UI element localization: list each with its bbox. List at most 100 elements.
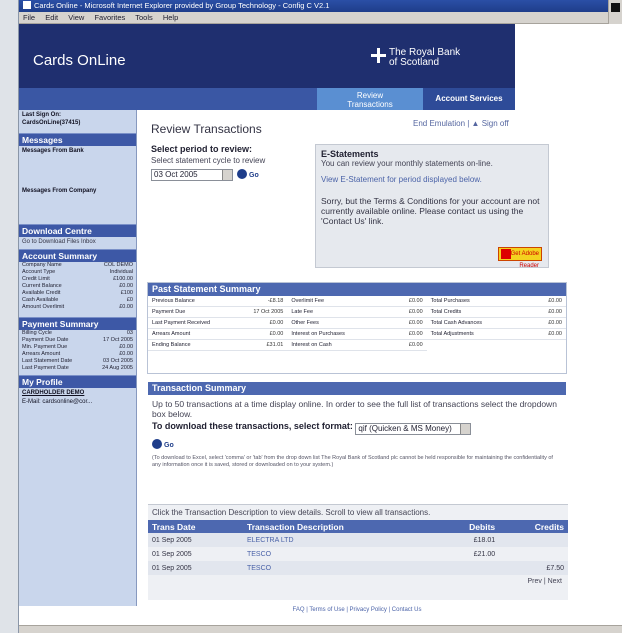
download-inbox-link[interactable]: Go to Download Files Inbox (19, 237, 136, 249)
payment-row: Last Payment Date 24 Aug 2005 (22, 364, 133, 371)
table-row: 01 Sep 2005 TESCO £21.00 (148, 547, 568, 561)
messages-heading: Messages (19, 133, 136, 146)
summary-heading: Past Statement Summary (148, 283, 566, 296)
top-links[interactable]: End Emulation | ▲ Sign off (413, 119, 509, 128)
adobe-reader-badge[interactable]: Get Adobe Reader (498, 247, 542, 269)
col-trans-date: Trans Date (148, 520, 243, 533)
transactions-list: Click the Transaction Description to vie… (148, 504, 568, 600)
account-summary-heading: Account Summary (19, 248, 136, 262)
account-row: Amount Overlimit £0.00 (22, 303, 133, 310)
payment-row: Last Statement Date 03 Oct 2005 (22, 357, 133, 364)
window-title: Cards Online - Microsoft Internet Explor… (34, 1, 330, 10)
payment-row: Billing Cycle 03 (22, 329, 133, 336)
go-arrow-icon (152, 439, 162, 449)
my-profile-heading: My Profile (19, 374, 136, 388)
tab-review-line-2: Transactions (347, 100, 393, 109)
download-disclaimer: (To download to Excel, select 'comma' or… (152, 455, 553, 468)
account-row: Current Balance £0.00 (22, 282, 133, 289)
account-row: Account Type Individual (22, 268, 133, 275)
adobe-icon (501, 249, 511, 259)
profile-email: E-Mail: cardsonline@cor... (22, 399, 93, 405)
estatements-text: You can review your monthly statements o… (321, 159, 493, 168)
payment-row: Arrears Amount £0.00 (22, 350, 133, 357)
transactions-hint: Click the Transaction Description to vie… (152, 508, 431, 517)
select-period-sub: Select statement cycle to review (151, 156, 266, 165)
sidebar: Last Sign On: CardsOnLine(37415) Message… (19, 110, 137, 606)
period-select[interactable]: 03 Oct 2005 (151, 169, 233, 181)
col-debits: Debits (436, 520, 500, 533)
payment-summary-heading: Payment Summary (19, 316, 136, 330)
windows-logo-icon (608, 0, 622, 24)
summary-row: Total Credits £0.00 (426, 307, 566, 318)
account-row: Cash Available £0 (22, 296, 133, 303)
select-period-heading: Select period to review: (151, 144, 253, 154)
last-sign-on-value: CardsOnLine(37415) (22, 119, 81, 126)
col-credits: Credits (499, 520, 568, 533)
menu-tools[interactable]: Tools (135, 13, 153, 22)
table-row: 01 Sep 2005 TESCO £7.50 (148, 561, 568, 575)
estatements-heading: E-Statements (321, 149, 379, 159)
past-statement-summary: Past Statement Summary Previous Balance -… (147, 282, 567, 374)
bank-logo: The Royal Bank of Scotland (377, 48, 460, 68)
menu-view[interactable]: View (68, 13, 84, 22)
summary-row: Arrears Amount £0.00 (148, 329, 288, 340)
estatements-panel: E-Statements You can review your monthly… (315, 144, 549, 269)
table-row: 01 Sep 2005 ELECTRA LTD £18.01 (148, 533, 568, 547)
pager[interactable]: Prev | Next (148, 575, 568, 588)
menu-favorites[interactable]: Favorites (94, 13, 125, 22)
transaction-link[interactable]: TESCO (243, 547, 436, 561)
page-title: Review Transactions (151, 122, 262, 136)
ie-icon (23, 1, 31, 9)
saltire-icon (371, 48, 386, 63)
payment-row: Payment Due Date 17 Oct 2005 (22, 336, 133, 343)
summary-row: Payment Due 17 Oct 2005 (148, 307, 288, 318)
tab-review-transactions[interactable]: Review Transactions (317, 88, 423, 110)
summary-row: Total Adjustments £0.00 (426, 329, 566, 340)
nav-bar: Review Transactions Account Services (19, 88, 515, 110)
menu-file[interactable]: File (23, 13, 35, 22)
messages-from-bank[interactable]: Messages From Bank (19, 146, 136, 186)
go-arrow-icon (237, 169, 247, 179)
transactions-intro: Up to 50 transactions at a time display … (152, 399, 557, 419)
transactions-table: Trans Date Transaction Description Debit… (148, 520, 568, 575)
summary-row: Total Purchases £0.00 (426, 296, 566, 307)
account-row: Credit Limit £100.00 (22, 275, 133, 282)
format-select[interactable]: qif (Quicken & MS Money) (355, 423, 472, 435)
menu-bar: File Edit View Favorites Tools Help (19, 12, 622, 24)
download-format-row: To download these transactions, select f… (148, 419, 566, 437)
view-estatement-link[interactable]: View E-Statement for period displayed be… (321, 175, 543, 184)
tab-review-line-1: Review (356, 91, 384, 100)
profile-name[interactable]: CARDHOLDER DEMO (19, 388, 136, 400)
download-heading: Download Centre (19, 224, 136, 237)
summary-row: Previous Balance -£8.18 (148, 296, 288, 307)
chevron-down-icon (460, 424, 471, 434)
summary-row: Total Cash Advances £0.00 (426, 318, 566, 329)
download-go-button[interactable]: Go (148, 437, 566, 451)
status-bar (19, 625, 622, 633)
summary-row: Interest on Cash £0.00 (287, 340, 427, 351)
period-go-button[interactable]: Go (237, 169, 259, 179)
tab-account-services[interactable]: Account Services (423, 88, 515, 110)
terms-note: Sorry, but the Terms & Conditions for yo… (321, 196, 540, 226)
menu-edit[interactable]: Edit (45, 13, 58, 22)
last-sign-on-label: Last Sign On: (22, 112, 61, 118)
summary-row: Last Payment Received £0.00 (148, 318, 288, 329)
bank-header: Cards OnLine The Royal Bank of Scotland (19, 24, 515, 88)
browser-window: Cards Online - Microsoft Internet Explor… (18, 0, 622, 633)
window-titlebar: Cards Online - Microsoft Internet Explor… (19, 0, 622, 12)
summary-row: Late Fee £0.00 (287, 307, 427, 318)
messages-from-company[interactable]: Messages From Company (19, 186, 136, 224)
summary-row: Overlimit Fee £0.00 (287, 296, 427, 307)
payment-row: Min. Payment Due £0.00 (22, 343, 133, 350)
transaction-link[interactable]: ELECTRA LTD (242, 533, 437, 547)
transactions-heading: Transaction Summary (148, 382, 566, 395)
summary-row: Interest on Purchases £0.00 (287, 329, 427, 340)
footer-links[interactable]: FAQ | Terms of Use | Privacy Policy | Co… (147, 607, 567, 613)
col-description: Transaction Description (242, 520, 437, 533)
chevron-down-icon (222, 170, 232, 180)
menu-help[interactable]: Help (163, 13, 178, 22)
summary-row: Ending Balance £31.01 (148, 340, 288, 351)
transaction-summary: Transaction Summary Up to 50 transaction… (147, 381, 568, 611)
transaction-link[interactable]: TESCO (242, 561, 437, 575)
app-title: Cards OnLine (33, 52, 126, 69)
